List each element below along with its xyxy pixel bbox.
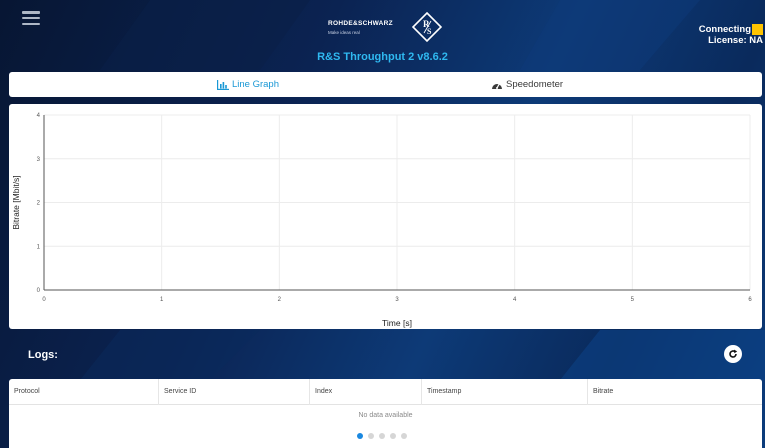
tab-line-graph[interactable]: Line Graph (217, 72, 279, 97)
tab-speedometer-label: Speedometer (506, 79, 564, 90)
x-axis-label: Time [s] (382, 318, 412, 328)
speedometer-icon (492, 82, 502, 89)
connection-status-text: Connecting (698, 24, 751, 35)
refresh-button[interactable] (724, 345, 742, 363)
column-header-index[interactable]: Index (310, 379, 422, 405)
logs-title: Logs: (28, 349, 58, 361)
menu-icon[interactable] (22, 11, 40, 25)
tab-speedometer[interactable]: Speedometer (491, 72, 563, 97)
y-tick-label: 1 (37, 244, 41, 250)
y-tick-label: 3 (37, 157, 41, 163)
page-dot-3[interactable] (379, 433, 385, 439)
column-header-bitrate[interactable]: Bitrate (588, 379, 762, 405)
connection-status-indicator (752, 24, 763, 35)
y-tick-label: 2 (37, 201, 41, 207)
logs-table: Protocol Service ID Index Timestamp Bitr… (9, 379, 762, 448)
brand-logo: ROHDE&SCHWARZ Make ideas real R S (328, 12, 443, 43)
empty-table-message: No data available (358, 412, 413, 419)
x-tick-label: 4 (513, 297, 517, 303)
bitrate-chart: 0 1 2 3 4 5 6 0 1 2 3 4 Time [s] Bitrate [Mbit/s] (9, 104, 762, 329)
brand-tagline: Make ideas real (328, 30, 360, 35)
x-tick-label: 6 (748, 297, 752, 303)
x-tick-label: 3 (395, 297, 399, 303)
page-dot-2[interactable] (368, 433, 374, 439)
app-header: ROHDE&SCHWARZ Make ideas real R S R&S Th… (0, 0, 765, 70)
y-axis-label: Bitrate [Mbit/s] (11, 175, 21, 229)
refresh-icon (729, 349, 738, 358)
bitrate-line-chart: 0 1 2 3 4 5 6 0 1 2 3 4 Time [s] Bitrate [Mbit/s] (11, 113, 752, 328)
brand-name: ROHDE&SCHWARZ (328, 20, 393, 27)
logs-table-header: Protocol Service ID Index Timestamp Bitr… (9, 379, 762, 405)
x-tick-label: 5 (631, 297, 635, 303)
page-dot-5[interactable] (401, 433, 407, 439)
line-chart-icon (217, 79, 229, 90)
column-header-service-id[interactable]: Service ID (159, 379, 310, 405)
view-tabs: Line Graph Speedometer (9, 72, 762, 97)
y-tick-label: 4 (37, 113, 41, 119)
pagination (357, 433, 407, 439)
x-tick-label: 1 (160, 297, 164, 303)
page-dot-1[interactable] (357, 433, 363, 439)
tab-line-graph-label: Line Graph (232, 79, 280, 90)
y-tick-label: 0 (37, 288, 41, 294)
x-tick-label: 0 (42, 297, 46, 303)
app-title: R&S Throughput 2 v8.6.2 (317, 51, 448, 63)
x-tick-label: 2 (278, 297, 282, 303)
column-header-protocol[interactable]: Protocol (9, 379, 159, 405)
svg-text:S: S (427, 27, 432, 36)
rs-logo-icon: R S (412, 12, 442, 42)
page-dot-4[interactable] (390, 433, 396, 439)
license-text: License: NA (708, 35, 763, 46)
connection-status: Connecting License: NA (699, 24, 763, 46)
column-header-timestamp[interactable]: Timestamp (422, 379, 588, 405)
